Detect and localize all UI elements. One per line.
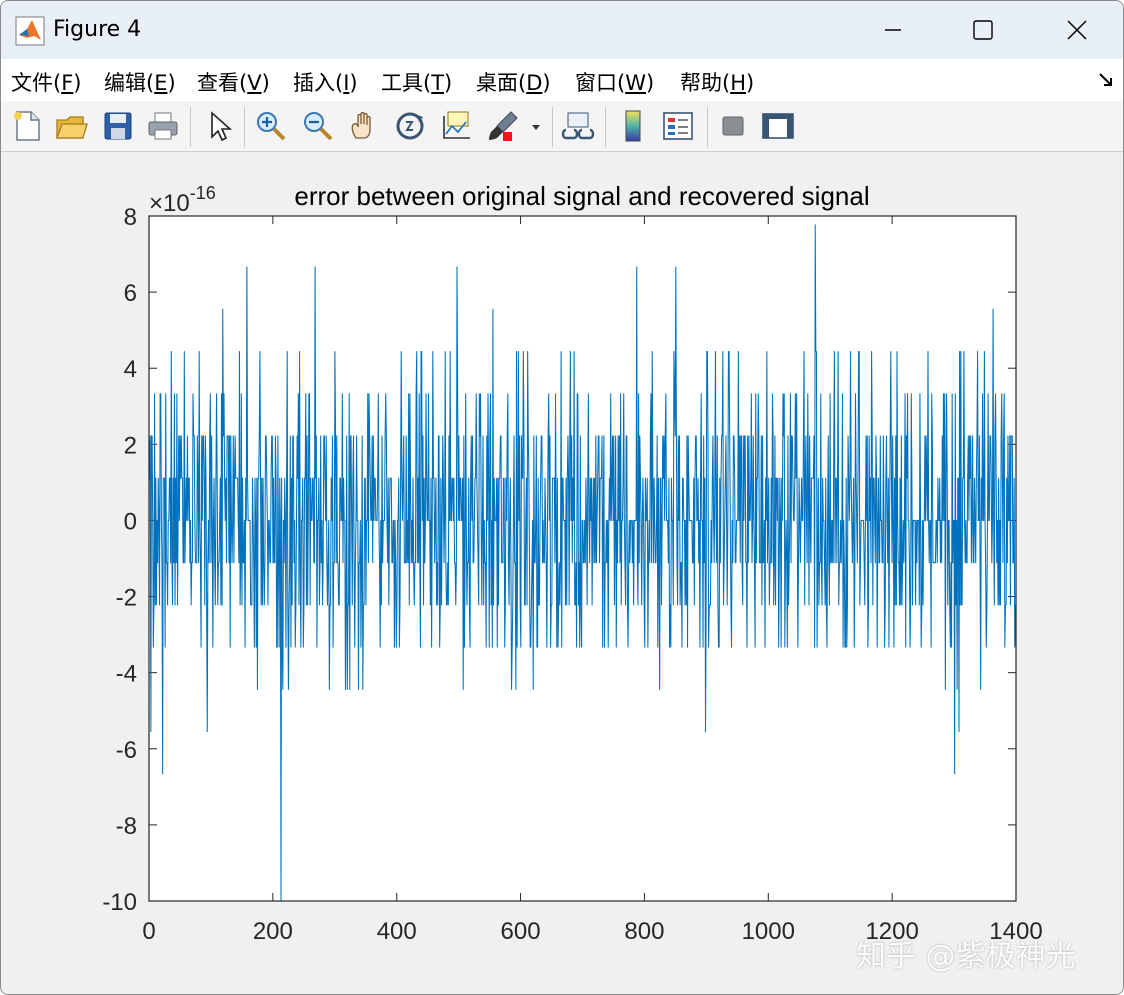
figure-toolbar xyxy=(1,101,1123,152)
brush-dropdown-icon[interactable] xyxy=(527,108,545,144)
minimize-icon xyxy=(885,29,901,31)
brush-icon[interactable] xyxy=(485,108,521,144)
maximize-button[interactable] xyxy=(937,1,1029,59)
undock-arrow-icon[interactable] xyxy=(1097,71,1115,89)
x-tick-label: 0 xyxy=(142,918,155,945)
data-cursor-icon[interactable] xyxy=(438,108,474,144)
menu-tools[interactable]: 工具(T) xyxy=(381,67,452,97)
y-tick-label: -10 xyxy=(102,889,137,916)
menu-bar: 文件(F) 编辑(E) 查看(V) 插入(I) 工具(T) 桌面(D) 窗口(W… xyxy=(1,59,1123,102)
toolbar-separator xyxy=(707,107,708,147)
plot-area[interactable]: 0 200 400 600 800 1000 1200 1400 -10-8-6-4-2024… xyxy=(1,152,1123,994)
y-tick-label: -2 xyxy=(116,585,137,612)
toolbar-separator xyxy=(605,107,606,147)
x-tick-label: 200 xyxy=(253,918,293,945)
toolbar-separator xyxy=(244,107,245,147)
y-tick-label: 8 xyxy=(124,204,137,231)
x-tick-label: 400 xyxy=(377,918,417,945)
y-tick-label: 2 xyxy=(124,432,137,459)
close-icon xyxy=(1067,20,1087,40)
show-plot-tools-icon[interactable] xyxy=(760,108,796,144)
y-tick-labels: -10 -8 -6 -4 -2 0 2 4 6 8 xyxy=(102,204,137,916)
menu-edit[interactable]: 编辑(E) xyxy=(104,67,176,97)
new-figure-icon[interactable] xyxy=(9,108,45,144)
title-bar[interactable]: Figure 4 xyxy=(1,1,1123,59)
y-tick-label: -6 xyxy=(116,737,137,764)
figure-window: Figure 4 文件(F) 编辑(E) 查看(V) 插入(I) 工具(T) 桌… xyxy=(0,0,1124,995)
y-tick-label: 0 xyxy=(124,508,137,535)
close-button[interactable] xyxy=(1031,1,1123,59)
window-title: Figure 4 xyxy=(53,17,142,42)
watermark-text: 知乎 @紫极神光 xyxy=(856,939,1076,974)
y-tick-label: 4 xyxy=(124,356,137,383)
rotate-3d-icon[interactable] xyxy=(392,108,428,144)
hide-plot-tools-icon[interactable] xyxy=(715,108,751,144)
x-tick-label: 1000 xyxy=(742,918,795,945)
menu-file[interactable]: 文件(F) xyxy=(11,67,82,97)
menu-desktop[interactable]: 桌面(D) xyxy=(476,67,551,97)
y-tick-label: -8 xyxy=(116,813,137,840)
open-file-icon[interactable] xyxy=(53,108,89,144)
menu-insert[interactable]: 插入(I) xyxy=(293,67,358,97)
maximize-icon xyxy=(973,20,993,40)
print-icon[interactable] xyxy=(145,108,181,144)
x-tick-label: 800 xyxy=(624,918,664,945)
zoom-out-icon[interactable] xyxy=(300,108,336,144)
menu-window[interactable]: 窗口(W) xyxy=(575,67,654,97)
y-tick-label: 6 xyxy=(124,280,137,307)
colorbar-icon[interactable] xyxy=(615,108,651,144)
toolbar-separator xyxy=(552,107,553,147)
x-tick-label: 600 xyxy=(501,918,541,945)
minimize-button[interactable] xyxy=(847,1,939,59)
matlab-logo-icon xyxy=(15,16,45,46)
zoom-in-icon[interactable] xyxy=(253,108,289,144)
pointer-icon[interactable] xyxy=(201,108,237,144)
pan-icon[interactable] xyxy=(346,108,382,144)
figure-canvas: 0 200 400 600 800 1000 1200 1400 -10 -8 -6 -4 -2 0 2 4… xyxy=(1,152,1123,994)
link-plot-icon[interactable] xyxy=(560,108,596,144)
chart-title: error between original signal and recove… xyxy=(294,181,869,211)
menu-view[interactable]: 查看(V) xyxy=(197,67,270,97)
y-exponent-label: ×10-16 xyxy=(149,183,216,217)
legend-icon[interactable] xyxy=(660,108,696,144)
y-tick-label: -4 xyxy=(116,661,137,688)
menu-help[interactable]: 帮助(H) xyxy=(680,67,754,97)
save-icon[interactable] xyxy=(100,108,136,144)
toolbar-separator xyxy=(190,107,191,147)
